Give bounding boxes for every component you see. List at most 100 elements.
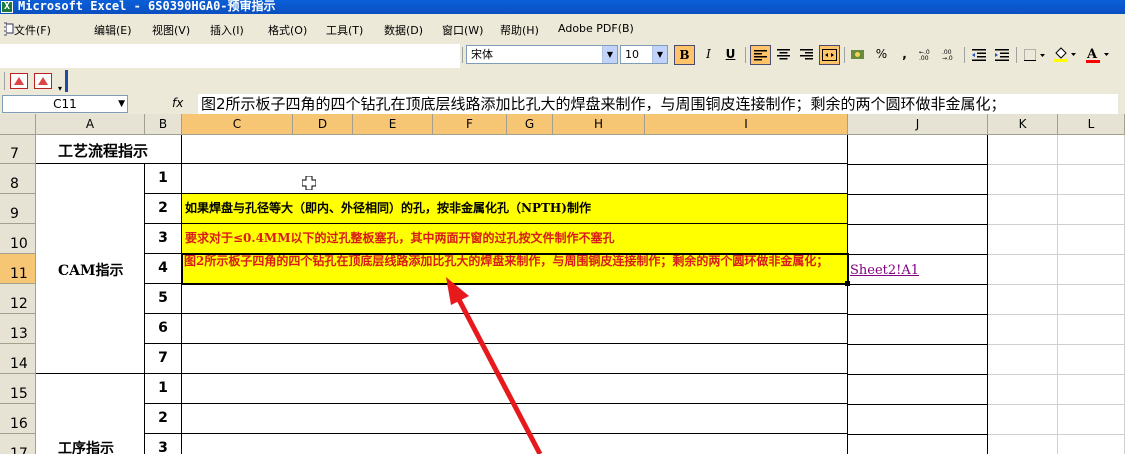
process-number-cell[interactable]: 3	[145, 434, 182, 454]
row-header-15[interactable]: 15	[0, 374, 36, 404]
row-header-14[interactable]: 14	[0, 344, 36, 374]
comma-style-button[interactable]: ,	[894, 45, 915, 65]
row-header-17[interactable]: 17	[0, 434, 36, 454]
menu-item-data[interactable]: 数据(D)	[384, 22, 423, 38]
underline-button[interactable]: U	[720, 45, 741, 65]
name-box[interactable]: C11 ▼	[2, 95, 128, 113]
column-j-cells[interactable]	[848, 135, 988, 454]
row-header-9[interactable]: 9	[0, 194, 36, 224]
cam-number-cell[interactable]: 6	[145, 314, 182, 344]
column-header-e[interactable]: E	[353, 114, 433, 135]
font-name-value: 宋体	[471, 48, 493, 61]
merge-center-button[interactable]	[819, 45, 840, 65]
process-instruction-cell[interactable]	[182, 434, 848, 454]
column-header-f[interactable]: F	[433, 114, 507, 135]
svg-text:A: A	[1086, 47, 1098, 62]
toolbar-options-chevron-icon[interactable]: ▾	[58, 84, 62, 93]
menu-item-help[interactable]: 帮助(H)	[500, 22, 539, 38]
column-header-l[interactable]: L	[1058, 114, 1125, 135]
decrease-decimal-button[interactable]: .00 →.0	[940, 45, 961, 65]
select-all-corner[interactable]	[0, 114, 36, 135]
row-header-11[interactable]: 11	[0, 254, 36, 284]
convert-to-pdf-icon[interactable]	[10, 73, 28, 89]
menu-item-window[interactable]: 窗口(W)	[442, 22, 483, 38]
borders-button[interactable]	[1022, 45, 1048, 65]
font-color-button[interactable]: A	[1084, 45, 1112, 65]
cam-number-cell[interactable]: 7	[145, 344, 182, 374]
formula-bar: C11 ▼ fx 图2所示板子四角的四个钻孔在顶底层线路添加比孔大的焊盘来制作，…	[0, 94, 1125, 114]
row-header-13[interactable]: 13	[0, 314, 36, 344]
column-l-cells[interactable]	[1058, 135, 1125, 454]
process-section-cell[interactable]: 工序指示	[36, 374, 145, 454]
hyperlink-sheet2-a1[interactable]: Sheet2!A1	[850, 263, 919, 278]
cam-number-cell[interactable]: 5	[145, 284, 182, 314]
convert-and-email-pdf-icon[interactable]	[34, 73, 52, 89]
font-name-select[interactable]: 宋体 ▼	[466, 45, 618, 64]
column-header-h[interactable]: H	[553, 114, 645, 135]
fill-handle[interactable]	[845, 281, 850, 286]
increase-indent-button[interactable]	[991, 45, 1012, 65]
cam-instruction-cell-8[interactable]	[182, 164, 848, 194]
cam-instruction-cell-10[interactable]: 要求对于≤0.4MM以下的过孔整板塞孔，其中两面开窗的过孔按文件制作不塞孔	[182, 224, 848, 254]
process-instruction-cell[interactable]	[182, 404, 848, 434]
cell-c7[interactable]	[182, 135, 848, 164]
cam-instruction-cell-14[interactable]	[182, 344, 848, 374]
column-header-a[interactable]: A	[36, 114, 145, 135]
decrease-indent-button[interactable]	[968, 45, 989, 65]
increase-decimal-button[interactable]: ←.0.00	[917, 45, 938, 65]
fx-icon[interactable]: fx	[172, 96, 183, 110]
row-header-10[interactable]: 10	[0, 224, 36, 254]
formula-input[interactable]: 图2所示板子四角的四个钻孔在顶底层线路添加比孔大的焊盘来制作，与周围铜皮连接制作…	[198, 94, 1118, 114]
row-header-12[interactable]: 12	[0, 284, 36, 314]
percent-button[interactable]: %	[871, 45, 892, 65]
toolbar-separator	[844, 47, 845, 63]
cam-number-cell[interactable]: 1	[145, 164, 182, 194]
row-header-7[interactable]: 7	[0, 135, 36, 164]
column-header-b[interactable]: B	[145, 114, 182, 135]
menu-item-insert[interactable]: 插入(I)	[210, 22, 244, 38]
process-number-cell[interactable]: 2	[145, 404, 182, 434]
menu-item-edit[interactable]: 编辑(E)	[94, 22, 132, 38]
process-instruction-cell[interactable]	[182, 374, 848, 404]
toolbar-grip[interactable]	[462, 47, 463, 63]
row-header-16[interactable]: 16	[0, 404, 36, 434]
column-header-j[interactable]: J	[848, 114, 988, 135]
section-title-cell[interactable]: 工艺流程指示	[36, 135, 182, 164]
column-k-cells[interactable]	[988, 135, 1058, 454]
chevron-down-icon[interactable]: ▼	[118, 96, 125, 112]
align-left-button[interactable]	[750, 45, 771, 65]
column-header-k[interactable]: K	[988, 114, 1058, 135]
menu-item-tools[interactable]: 工具(T)	[326, 22, 363, 38]
cam-instruction-cell-13[interactable]	[182, 314, 848, 344]
excel-app-icon[interactable]	[1, 0, 13, 13]
row-header-8[interactable]: 8	[0, 164, 36, 194]
column-header-i[interactable]: I	[645, 114, 848, 135]
cam-instruction-cell-11[interactable]: 图2所示板子四角的四个钻孔在顶底层线路添加比孔大的焊盘来制作，与周围铜皮连接制作…	[182, 254, 848, 284]
align-right-button[interactable]	[796, 45, 817, 65]
menu-item-view[interactable]: 视图(V)	[152, 22, 190, 38]
cam-number-cell[interactable]: 3	[145, 224, 182, 254]
title-bar: Microsoft Excel - 6S0390HGA0-预审指示	[0, 0, 1125, 14]
cam-number-cell[interactable]: 2	[145, 194, 182, 224]
column-header-g[interactable]: G	[507, 114, 553, 135]
doc-menu-icon[interactable]	[5, 22, 14, 36]
italic-button[interactable]: I	[698, 45, 719, 65]
cam-section-cell[interactable]: CAM指示	[36, 164, 145, 374]
cam-number-cell[interactable]: 4	[145, 254, 182, 284]
fill-color-button[interactable]	[1052, 45, 1078, 65]
bold-button[interactable]: B	[674, 45, 695, 65]
cam-instruction-cell-9[interactable]: 如果焊盘与孔径等大（即内、外径相同）的孔，按非金属化孔（NPTH)制作	[182, 194, 848, 224]
toolbar-grip[interactable]	[4, 72, 5, 90]
menu-item-file[interactable]: 文件(F)	[14, 22, 51, 38]
currency-button[interactable]	[848, 45, 869, 65]
column-header-d[interactable]: D	[293, 114, 353, 135]
menu-item-format[interactable]: 格式(O)	[268, 22, 307, 38]
chevron-down-icon[interactable]: ▼	[602, 46, 617, 63]
font-size-select[interactable]: 10 ▼	[620, 45, 668, 64]
menu-item-adobe-pdf[interactable]: Adobe PDF(B)	[558, 22, 634, 35]
column-header-c[interactable]: C	[182, 114, 293, 135]
cam-instruction-cell-12[interactable]	[182, 284, 848, 314]
align-center-button[interactable]	[773, 45, 794, 65]
process-number-cell[interactable]: 1	[145, 374, 182, 404]
chevron-down-icon[interactable]: ▼	[652, 46, 667, 63]
